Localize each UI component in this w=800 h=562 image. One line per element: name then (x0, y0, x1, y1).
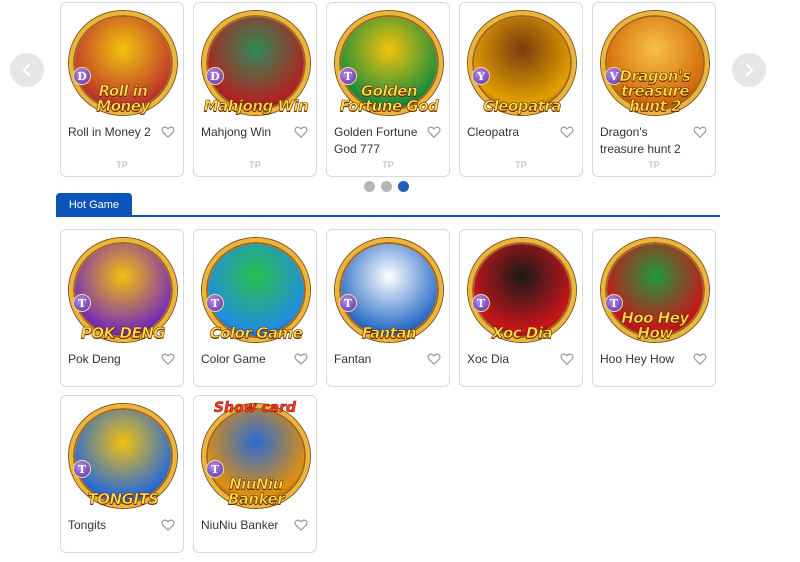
game-card[interactable]: T Fantan Fantan (326, 229, 450, 387)
game-tier-badge: T (73, 460, 91, 478)
game-name: Hoo Hey How (600, 352, 675, 366)
favorite-heart-icon[interactable] (693, 125, 707, 139)
chevron-left-icon (22, 63, 31, 77)
game-provider: TP (515, 160, 527, 170)
game-thumbnail[interactable]: T Golden Fortune God (333, 9, 445, 117)
favorite-heart-icon[interactable] (161, 125, 175, 139)
carousel-pagination (364, 181, 409, 192)
carousel-dot-2[interactable] (381, 181, 392, 192)
game-logo: Color Game (209, 324, 303, 342)
favorite-heart-icon[interactable] (161, 352, 175, 366)
game-tier-badge: Y (472, 67, 490, 85)
game-name: Golden Fortune God 777 (334, 125, 418, 156)
game-provider: TP (382, 160, 394, 170)
favorite-heart-icon[interactable] (161, 518, 175, 532)
game-thumbnail[interactable]: T Xoc Dia (466, 236, 578, 344)
game-name: NiuNiu Banker (201, 518, 279, 532)
game-tier-badge: T (339, 294, 357, 312)
game-logo: POK DENG (80, 324, 166, 342)
game-logo: TONGITS (87, 490, 159, 508)
game-card[interactable]: T Color Game Color Game (193, 229, 317, 387)
game-name: Tongits (68, 518, 107, 532)
favorite-heart-icon[interactable] (294, 125, 308, 139)
tab-underline (56, 215, 720, 217)
game-name: Cleopatra (467, 125, 520, 139)
game-thumbnail[interactable]: Y Cleopatra (466, 9, 578, 117)
game-logo: Dragon's treasure hunt 2 (619, 67, 691, 115)
game-card[interactable]: Y Cleopatra Cleopatra TP (459, 2, 583, 177)
game-name: Xoc Dia (467, 352, 510, 366)
game-provider: TP (249, 160, 261, 170)
tab-hot-game[interactable]: Hot Game (56, 193, 132, 216)
chevron-right-icon (745, 63, 754, 77)
favorite-heart-icon[interactable] (294, 352, 308, 366)
game-thumbnail[interactable]: D Roll in Money (67, 9, 179, 117)
game-name: Roll in Money 2 (68, 125, 151, 139)
game-thumbnail[interactable]: T Color Game (200, 236, 312, 344)
game-tier-badge: T (73, 294, 91, 312)
game-thumbnail[interactable]: T Fantan (333, 236, 445, 344)
game-card[interactable]: T TONGITS Tongits (60, 395, 184, 553)
game-card[interactable]: T NiuNiu Banker NiuNiu Banker Show card (193, 395, 317, 553)
game-card[interactable]: T Golden Fortune God Golden Fortune God 77… (326, 2, 450, 177)
favorite-heart-icon[interactable] (427, 125, 441, 139)
game-logo: Fantan (361, 324, 417, 342)
game-logo: Mahjong Win (203, 97, 309, 115)
carousel-prev-button[interactable] (10, 53, 44, 87)
game-thumbnail[interactable]: V Dragon's treasure hunt 2 (599, 9, 711, 117)
game-logo: Cleopatra (483, 97, 562, 115)
game-logo: NiuNiu Banker (227, 475, 285, 508)
game-provider: TP (116, 160, 128, 170)
carousel-dot-3[interactable] (398, 181, 409, 192)
game-card[interactable]: D Roll in Money Roll in Money 2 TP (60, 2, 184, 177)
game-thumbnail[interactable]: T TONGITS (67, 402, 179, 510)
carousel-next-button[interactable] (732, 53, 766, 87)
game-thumbnail[interactable]: T Hoo Hey How (599, 236, 711, 344)
favorite-heart-icon[interactable] (427, 352, 441, 366)
game-name: Fantan (334, 352, 372, 366)
game-logo: Xoc Dia (491, 324, 553, 342)
game-card[interactable]: D Mahjong Win Mahjong Win TP (193, 2, 317, 177)
game-tier-badge: D (206, 67, 224, 85)
game-tier-badge: T (206, 294, 224, 312)
carousel-dot-1[interactable] (364, 181, 375, 192)
favorite-heart-icon[interactable] (560, 352, 574, 366)
game-thumbnail[interactable]: T NiuNiu Banker (200, 402, 312, 510)
game-name: Dragon's treasure hunt 2 (600, 125, 681, 156)
game-thumbnail[interactable]: T POK DENG (67, 236, 179, 344)
game-card[interactable]: T Hoo Hey How Hoo Hey How (592, 229, 716, 387)
game-name: Pok Deng (68, 352, 121, 366)
game-logo: Roll in Money (96, 82, 150, 115)
game-name: Color Game (201, 352, 266, 366)
game-card[interactable]: V Dragon's treasure hunt 2 Dragon's treasu… (592, 2, 716, 177)
game-tier-badge: T (472, 294, 490, 312)
game-card[interactable]: T POK DENG Pok Deng (60, 229, 184, 387)
game-thumbnail[interactable]: D Mahjong Win (200, 9, 312, 117)
game-card[interactable]: T Xoc Dia Xoc Dia (459, 229, 583, 387)
game-top-logo: Show card (213, 400, 297, 417)
favorite-heart-icon[interactable] (693, 352, 707, 366)
game-logo: Golden Fortune God (339, 82, 439, 115)
game-name: Mahjong Win (201, 125, 272, 139)
favorite-heart-icon[interactable] (294, 518, 308, 532)
game-provider: TP (648, 160, 660, 170)
favorite-heart-icon[interactable] (560, 125, 574, 139)
game-logo: Hoo Hey How (621, 309, 690, 342)
tab-hot-game-label: Hot Game (68, 198, 120, 211)
